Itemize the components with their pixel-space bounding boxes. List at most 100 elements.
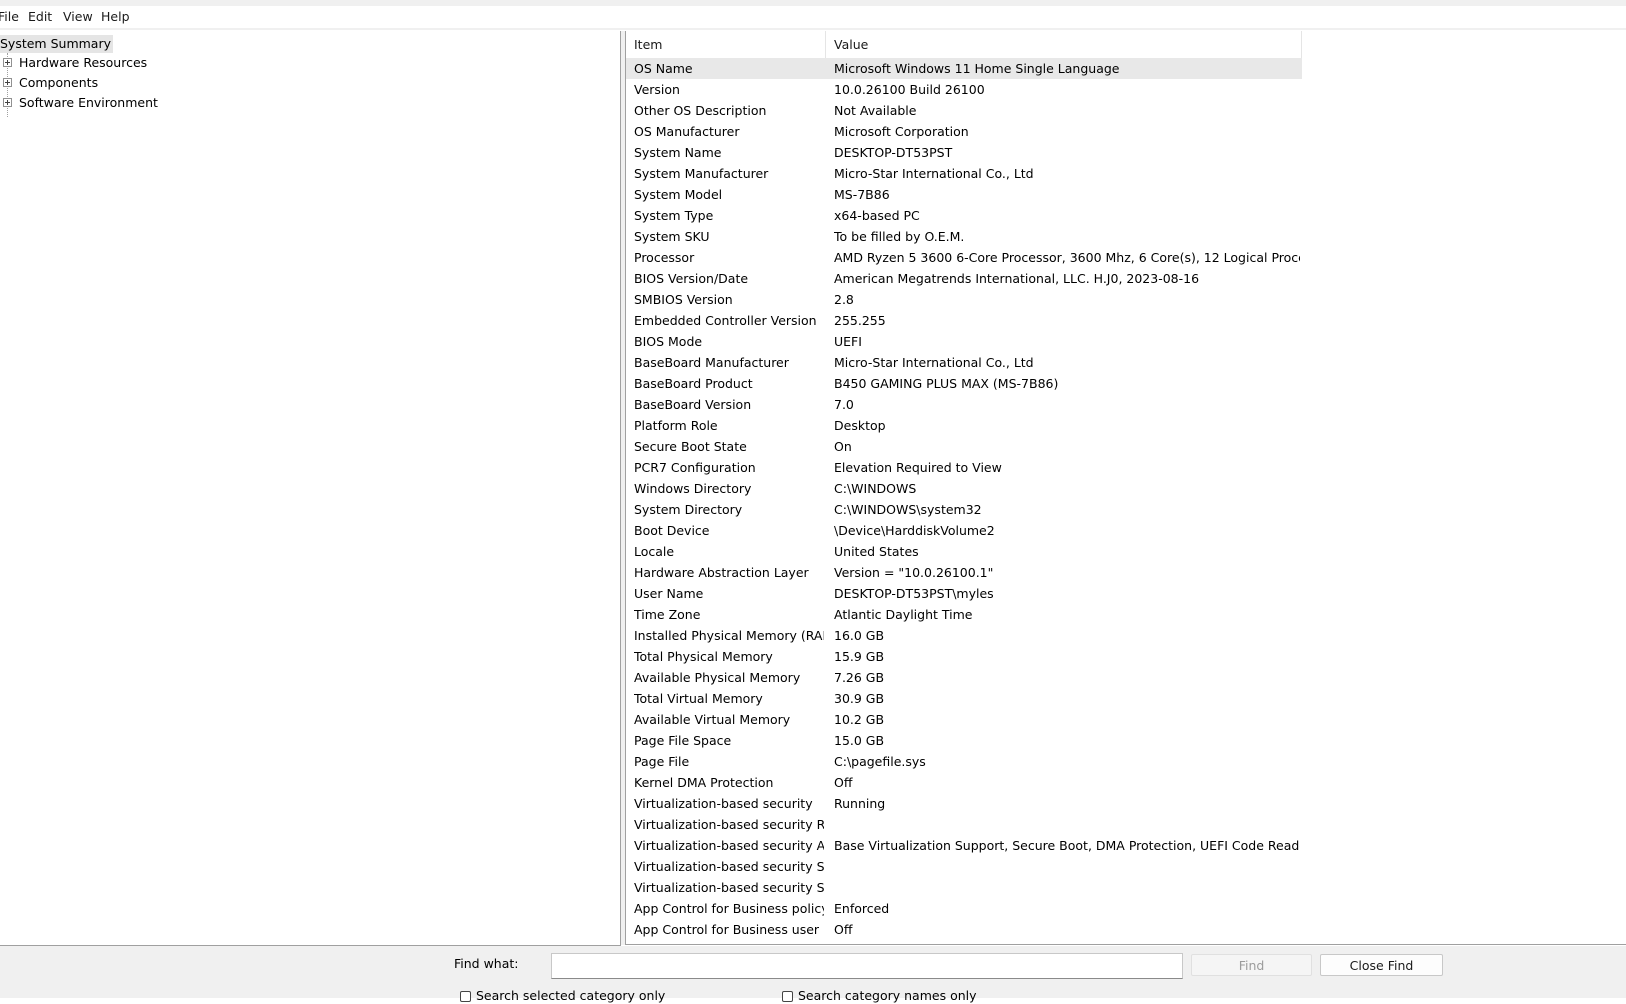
tree-item-label: System Summary <box>0 36 111 51</box>
cell-value: AMD Ryzen 5 3600 6-Core Processor, 3600 … <box>834 250 1300 265</box>
table-row[interactable]: Total Virtual Memory 30.9 GB <box>626 688 1302 709</box>
table-row[interactable]: Processor AMD Ryzen 5 3600 6-Core Process… <box>626 247 1302 268</box>
table-row[interactable]: Hardware Abstraction Layer Version = "10.… <box>626 562 1302 583</box>
table-row[interactable]: PCR7 Configuration Elevation Required to … <box>626 457 1302 478</box>
table-row[interactable]: Version 10.0.26100 Build 26100 <box>626 79 1302 100</box>
table-row[interactable]: Total Physical Memory 15.9 GB <box>626 646 1302 667</box>
expand-plus-icon[interactable] <box>3 98 12 107</box>
cell-value: 16.0 GB <box>834 628 885 643</box>
cell-value: Base Virtualization Support, Secure Boot… <box>834 838 1300 853</box>
table-row[interactable]: OS Name Microsoft Windows 11 Home Single … <box>626 58 1302 79</box>
cell-value: 7.26 GB <box>834 670 885 685</box>
tree-item-label: Hardware Resources <box>19 55 148 70</box>
cell-item: OS Manufacturer <box>634 124 740 139</box>
table-row[interactable]: BIOS Version/Date American Megatrends Int… <box>626 268 1302 289</box>
table-row[interactable]: Windows Directory C:\WINDOWS <box>626 478 1302 499</box>
expand-plus-icon[interactable] <box>3 58 12 67</box>
cell-item: Total Virtual Memory <box>634 691 763 706</box>
table-row[interactable]: Virtualization-based security Re... <box>626 814 1302 835</box>
cell-value: \Device\HarddiskVolume2 <box>834 523 995 538</box>
cell-item: Total Physical Memory <box>634 649 773 664</box>
table-row[interactable]: BaseBoard Product B450 GAMING PLUS MAX (M… <box>626 373 1302 394</box>
table-row[interactable]: System Name DESKTOP-DT53PST <box>626 142 1302 163</box>
table-row[interactable]: System Directory C:\WINDOWS\system32 <box>626 499 1302 520</box>
table-row[interactable]: Installed Physical Memory (RAM) 16.0 GB <box>626 625 1302 646</box>
table-row[interactable]: System SKU To be filled by O.E.M. <box>626 226 1302 247</box>
table-row[interactable]: User Name DESKTOP-DT53PST\myles <box>626 583 1302 604</box>
cell-item: System Manufacturer <box>634 166 769 181</box>
table-row[interactable]: System Model MS-7B86 <box>626 184 1302 205</box>
column-header-value[interactable]: Value <box>826 31 1302 58</box>
cell-value: Microsoft Windows 11 Home Single Languag… <box>834 61 1120 76</box>
table-row[interactable]: OS Manufacturer Microsoft Corporation <box>626 121 1302 142</box>
category-tree[interactable]: System Summary Hardware Resources Compon… <box>0 31 621 946</box>
table-row[interactable]: Locale United States <box>626 541 1302 562</box>
table-row[interactable]: Virtualization-based security Se... <box>626 877 1302 898</box>
table-row[interactable]: BIOS Mode UEFI <box>626 331 1302 352</box>
table-row[interactable]: Boot Device \Device\HarddiskVolume2 <box>626 520 1302 541</box>
table-row[interactable]: Available Virtual Memory 10.2 GB <box>626 709 1302 730</box>
table-row[interactable]: Platform Role Desktop <box>626 415 1302 436</box>
cell-item: Processor <box>634 250 695 265</box>
cell-item: App Control for Business user ... <box>634 922 824 937</box>
tree-item-system-summary[interactable]: System Summary <box>0 35 113 53</box>
table-row[interactable]: System Type x64-based PC <box>626 205 1302 226</box>
table-row[interactable]: BaseBoard Version 7.0 <box>626 394 1302 415</box>
cell-item: Installed Physical Memory (RAM) <box>634 628 824 643</box>
table-row[interactable]: Available Physical Memory 7.26 GB <box>626 667 1302 688</box>
cell-value: C:\pagefile.sys <box>834 754 926 769</box>
details-list[interactable]: Item Value OS Name Microsoft Windows 11 H… <box>625 31 1626 945</box>
cell-value: Microsoft Corporation <box>834 124 969 139</box>
table-row[interactable]: Page File Space 15.0 GB <box>626 730 1302 751</box>
table-row[interactable]: Embedded Controller Version 255.255 <box>626 310 1302 331</box>
menu-file[interactable]: File <box>0 9 19 24</box>
table-row[interactable]: BaseBoard Manufacturer Micro-Star Interna… <box>626 352 1302 373</box>
cell-value: Version = "10.0.26100.1" <box>834 565 994 580</box>
cell-value: 10.2 GB <box>834 712 885 727</box>
expand-plus-icon[interactable] <box>3 78 12 87</box>
table-row[interactable]: Page File C:\pagefile.sys <box>626 751 1302 772</box>
cell-item: Virtualization-based security <box>634 796 813 811</box>
checkbox-icon[interactable] <box>460 991 471 1002</box>
cell-item: System Model <box>634 187 723 202</box>
cell-item: System Name <box>634 145 722 160</box>
menu-help[interactable]: Help <box>101 9 130 24</box>
close-find-button[interactable]: Close Find <box>1320 954 1443 976</box>
cell-value: 15.0 GB <box>834 733 885 748</box>
cell-item: SMBIOS Version <box>634 292 733 307</box>
cell-value: Elevation Required to View <box>834 460 1002 475</box>
cell-item: Windows Directory <box>634 481 752 496</box>
find-what-input[interactable] <box>551 953 1183 979</box>
find-bar: Find what: Find Close Find Search select… <box>0 946 1626 1003</box>
table-row[interactable]: Virtualization-based security Se... <box>626 856 1302 877</box>
cell-value: To be filled by O.E.M. <box>834 229 965 244</box>
menu-edit[interactable]: Edit <box>28 9 52 24</box>
table-row[interactable]: Secure Boot State On <box>626 436 1302 457</box>
menu-divider <box>0 28 1626 30</box>
column-header-item[interactable]: Item <box>626 31 826 58</box>
cell-value: Micro-Star International Co., Ltd <box>834 166 1034 181</box>
cell-value: Atlantic Daylight Time <box>834 607 973 622</box>
table-row[interactable]: Virtualization-based security Running <box>626 793 1302 814</box>
cell-item: Virtualization-based security Se... <box>634 880 824 895</box>
cell-item: Hardware Abstraction Layer <box>634 565 809 580</box>
find-button[interactable]: Find <box>1191 954 1312 976</box>
table-row[interactable]: Time Zone Atlantic Daylight Time <box>626 604 1302 625</box>
table-row[interactable]: SMBIOS Version 2.8 <box>626 289 1302 310</box>
table-row[interactable]: Virtualization-based security Av... Base … <box>626 835 1302 856</box>
list-header: Item Value <box>626 31 1302 59</box>
table-row[interactable]: App Control for Business user ... Off <box>626 919 1302 940</box>
table-row[interactable]: App Control for Business policy Enforced <box>626 898 1302 919</box>
cell-item: Other OS Description <box>634 103 767 118</box>
menu-view[interactable]: View <box>63 9 93 24</box>
table-row[interactable]: Kernel DMA Protection Off <box>626 772 1302 793</box>
cell-value: 255.255 <box>834 313 886 328</box>
cell-value: Enforced <box>834 901 890 916</box>
cell-item: BIOS Mode <box>634 334 703 349</box>
table-row[interactable]: System Manufacturer Micro-Star Internatio… <box>626 163 1302 184</box>
checkbox-icon[interactable] <box>782 991 793 1002</box>
table-row[interactable]: Other OS Description Not Available <box>626 100 1302 121</box>
cell-item: System Directory <box>634 502 743 517</box>
cell-item: System Type <box>634 208 714 223</box>
cell-item: Secure Boot State <box>634 439 747 454</box>
